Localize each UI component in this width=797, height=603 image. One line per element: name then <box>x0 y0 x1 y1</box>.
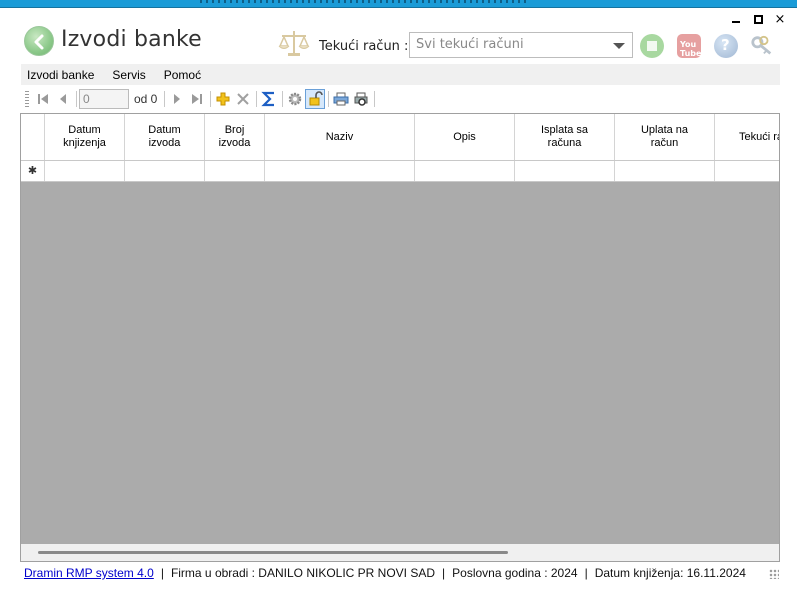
table-cell[interactable] <box>515 161 615 181</box>
next-icon <box>174 94 181 104</box>
column-header-datum-knjizenja[interactable]: Datum knjizenja <box>45 114 125 160</box>
table-row-new: ✱ <box>21 161 779 182</box>
next-record-button[interactable] <box>167 89 187 109</box>
unlock-button[interactable] <box>305 89 326 109</box>
print-button[interactable] <box>331 89 351 109</box>
gear-icon <box>289 92 302 106</box>
minimize-icon <box>732 21 740 23</box>
data-grid[interactable]: Datum knjizenja Datum izvoda Broj izvoda… <box>20 113 780 562</box>
row-header-corner[interactable] <box>21 114 45 160</box>
last-record-button[interactable] <box>187 89 207 109</box>
column-header-uplata[interactable]: Uplata na račun <box>615 114 715 160</box>
settings-button[interactable] <box>285 89 305 109</box>
delete-icon <box>237 93 250 105</box>
account-select[interactable]: Svi tekući računi <box>409 32 633 58</box>
title-bar[interactable] <box>0 0 797 8</box>
scrollbar-thumb[interactable] <box>38 551 508 554</box>
column-header-broj-izvoda[interactable]: Broj izvoda <box>205 114 265 160</box>
back-arrow-icon <box>34 34 44 50</box>
page-title: Izvodi banke <box>61 27 202 52</box>
column-header-tekuci-racun[interactable]: Tekući ra <box>715 114 779 160</box>
toolbar: od 0 <box>21 87 780 111</box>
table-cell[interactable] <box>715 161 779 181</box>
record-count-label: od 0 <box>134 92 158 106</box>
sum-button[interactable] <box>259 89 279 109</box>
add-record-button[interactable] <box>213 89 233 109</box>
youtube-icon[interactable]: You Tube <box>677 34 701 58</box>
new-row-marker[interactable]: ✱ <box>21 161 45 181</box>
back-button[interactable] <box>24 26 54 56</box>
grid-header-row: Datum knjizenja Datum izvoda Broj izvoda… <box>21 114 779 161</box>
plus-icon <box>216 92 230 106</box>
print-preview-button[interactable] <box>351 89 371 109</box>
column-header-naziv[interactable]: Naziv <box>265 114 415 160</box>
account-select-value: Svi tekući računi <box>416 37 524 52</box>
status-bar: Dramin RMP system 4.0 | Firma u obradi :… <box>21 564 781 582</box>
account-label: Tekući račun : <box>319 39 409 54</box>
toolbar-grip[interactable] <box>25 91 29 107</box>
app-version-link[interactable]: Dramin RMP system 4.0 <box>24 566 154 580</box>
first-icon <box>38 94 48 104</box>
scales-icon <box>278 31 310 56</box>
unlock-icon <box>309 91 324 106</box>
status-separator: | <box>584 566 588 580</box>
column-header-opis[interactable]: Opis <box>415 114 515 160</box>
position-input[interactable] <box>79 89 129 109</box>
horizontal-scrollbar[interactable] <box>21 544 779 561</box>
status-separator: | <box>442 566 446 580</box>
status-separator: | <box>160 566 164 580</box>
status-posting-date: Datum knjiženja: 16.11.2024 <box>594 566 746 580</box>
table-cell[interactable] <box>615 161 715 181</box>
printer-icon <box>333 92 349 106</box>
table-cell[interactable] <box>265 161 415 181</box>
menu-bar: Izvodi banke Servis Pomoć <box>21 64 780 85</box>
column-header-isplata[interactable]: Isplata sa računa <box>515 114 615 160</box>
table-cell[interactable] <box>125 161 205 181</box>
maximize-icon <box>753 14 763 24</box>
sigma-icon <box>261 91 275 107</box>
menu-izvodi-banke[interactable]: Izvodi banke <box>27 68 94 82</box>
calendar-icon[interactable] <box>640 34 664 58</box>
last-icon <box>192 94 203 104</box>
table-cell[interactable] <box>205 161 265 181</box>
print-preview-icon <box>354 92 368 106</box>
prev-icon <box>60 94 66 104</box>
status-year: Poslovna godina : 2024 <box>452 566 578 580</box>
first-record-button[interactable] <box>33 89 53 109</box>
header: Izvodi banke Tekući račun : Svi tekući r… <box>0 24 797 64</box>
table-cell[interactable] <box>415 161 515 181</box>
help-icon[interactable]: ? <box>714 34 738 58</box>
title-bar-texture <box>200 0 530 3</box>
table-cell[interactable] <box>45 161 125 181</box>
prev-record-button[interactable] <box>53 89 73 109</box>
toolbar-separator <box>371 89 377 109</box>
resize-grip-icon[interactable] <box>769 569 779 579</box>
column-header-datum-izvoda[interactable]: Datum izvoda <box>125 114 205 160</box>
delete-record-button[interactable] <box>233 89 253 109</box>
status-company: Firma u obradi : DANILO NIKOLIC PR NOVI … <box>170 566 436 580</box>
keys-icon[interactable] <box>750 34 774 58</box>
menu-pomoc[interactable]: Pomoć <box>164 68 201 82</box>
chevron-down-icon <box>613 43 625 49</box>
menu-servis[interactable]: Servis <box>112 68 145 82</box>
